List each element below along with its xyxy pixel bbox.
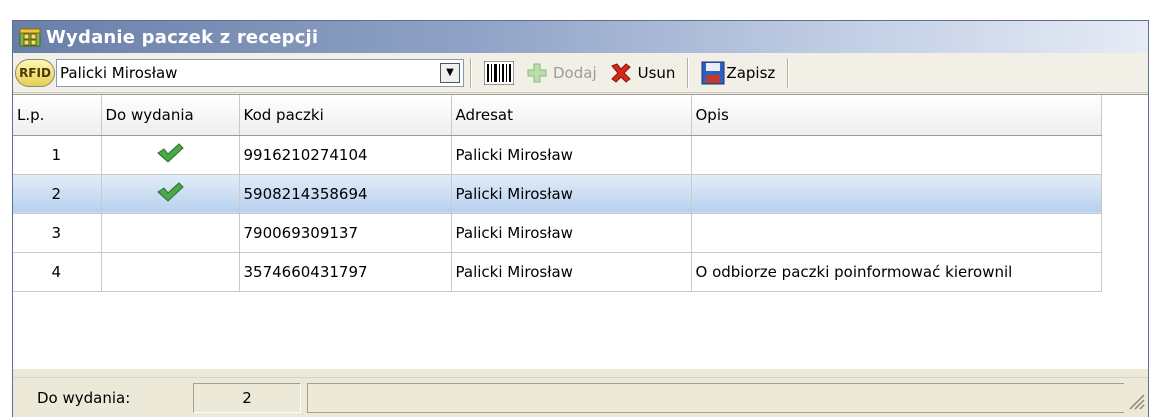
cell-package-code[interactable]: 3574660431797 bbox=[239, 252, 452, 292]
cell-description[interactable] bbox=[691, 213, 1102, 253]
cell-to-release[interactable] bbox=[101, 174, 240, 214]
table-row[interactable]: 2 5908214358694 Palicki Mirosław bbox=[13, 174, 1102, 214]
package-release-window: Wydanie paczek z recepcji RFID Palicki M… bbox=[12, 20, 1149, 417]
barcode-button[interactable] bbox=[478, 58, 520, 88]
table-row[interactable]: 3 790069309137 Palicki Mirosław bbox=[13, 213, 1102, 253]
cell-package-code[interactable]: 790069309137 bbox=[239, 213, 452, 253]
save-button[interactable]: Zapisz bbox=[695, 58, 781, 88]
window-title: Wydanie paczek z recepcji bbox=[46, 26, 319, 48]
save-label: Zapisz bbox=[726, 63, 776, 82]
cell-lp[interactable]: 4 bbox=[13, 252, 102, 292]
table-row[interactable]: 1 9916210274104 Palicki Mirosław bbox=[13, 135, 1102, 175]
green-checkmark-icon bbox=[156, 142, 184, 163]
toolbar-separator bbox=[787, 57, 790, 88]
delete-button[interactable]: Usun bbox=[603, 58, 682, 88]
cell-lp[interactable]: 1 bbox=[13, 135, 102, 175]
status-label: Do wydania: bbox=[37, 388, 131, 407]
recipient-combo-value[interactable]: Palicki Mirosław bbox=[57, 60, 440, 86]
cell-description[interactable] bbox=[691, 174, 1102, 214]
table-row[interactable]: 4 3574660431797 Palicki Mirosław O odbio… bbox=[13, 252, 1102, 292]
cell-lp[interactable]: 2 bbox=[13, 174, 102, 214]
cell-recipient[interactable]: Palicki Mirosław bbox=[451, 135, 692, 175]
column-header-package-code[interactable]: Kod paczki bbox=[239, 95, 452, 136]
cell-recipient[interactable]: Palicki Mirosław bbox=[451, 213, 692, 253]
resize-grip-icon[interactable] bbox=[1124, 383, 1148, 413]
packages-table: L.p. Do wydania Kod paczki Adresat Opis … bbox=[13, 95, 1102, 292]
table-header-row: L.p. Do wydania Kod paczki Adresat Opis bbox=[13, 95, 1102, 136]
toolbar: RFID Palicki Mirosław ▼ Dodaj Usun Zapis… bbox=[13, 53, 1148, 93]
packages-grid: L.p. Do wydania Kod paczki Adresat Opis … bbox=[13, 94, 1148, 369]
cell-to-release[interactable] bbox=[101, 252, 240, 292]
status-bar: Do wydania: 2 bbox=[13, 377, 1148, 417]
delete-label: Usun bbox=[637, 63, 676, 82]
toolbar-separator bbox=[470, 57, 472, 88]
column-header-to-release[interactable]: Do wydania bbox=[101, 95, 240, 136]
toolbar-separator bbox=[687, 57, 690, 88]
cell-recipient[interactable]: Palicki Mirosław bbox=[451, 252, 692, 292]
add-button[interactable]: Dodaj bbox=[520, 58, 603, 88]
plus-icon bbox=[526, 62, 548, 84]
add-label: Dodaj bbox=[553, 63, 597, 82]
column-header-lp[interactable]: L.p. bbox=[13, 95, 102, 136]
title-bar: Wydanie paczek z recepcji bbox=[13, 21, 1148, 53]
recipient-combo[interactable]: Palicki Mirosław ▼ bbox=[56, 58, 464, 87]
rfid-button[interactable]: RFID bbox=[15, 58, 55, 87]
status-count: 2 bbox=[193, 382, 301, 413]
packages-icon bbox=[19, 28, 41, 47]
floppy-disk-icon bbox=[701, 61, 725, 85]
chevron-down-icon[interactable]: ▼ bbox=[440, 62, 460, 83]
cell-description[interactable]: O odbiorze paczki poinformować kierownil bbox=[691, 252, 1102, 292]
cell-package-code[interactable]: 9916210274104 bbox=[239, 135, 452, 175]
cell-to-release[interactable] bbox=[101, 213, 240, 253]
green-checkmark-icon bbox=[156, 181, 184, 202]
red-x-icon bbox=[609, 62, 633, 84]
cell-to-release[interactable] bbox=[101, 135, 240, 175]
cell-lp[interactable]: 3 bbox=[13, 213, 102, 253]
cell-package-code[interactable]: 5908214358694 bbox=[239, 174, 452, 214]
column-header-description[interactable]: Opis bbox=[691, 95, 1102, 136]
status-panel bbox=[307, 382, 1124, 413]
cell-description[interactable] bbox=[691, 135, 1102, 175]
cell-recipient[interactable]: Palicki Mirosław bbox=[451, 174, 692, 214]
column-header-recipient[interactable]: Adresat bbox=[451, 95, 692, 136]
barcode-icon bbox=[484, 60, 514, 85]
